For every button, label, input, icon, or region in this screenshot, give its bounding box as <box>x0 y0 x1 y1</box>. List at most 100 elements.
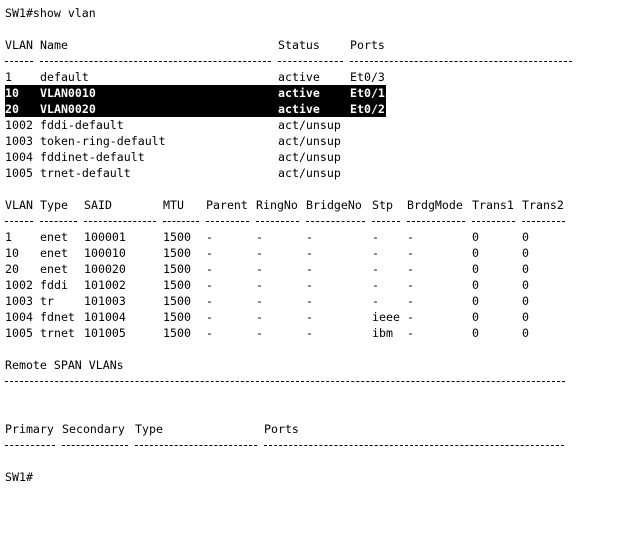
type-bridgeno-cell: - <box>306 246 313 260</box>
type-trans2-cell: 0 <box>522 278 529 292</box>
vlan-status-cell: active <box>278 102 320 116</box>
header-mtu: MTU <box>163 198 184 212</box>
type-vlan-cell: 20 <box>5 262 19 276</box>
type-table-header: VLAN Type SAID MTU Parent RingNo BridgeN… <box>5 197 564 213</box>
type-trans2-cell: 0 <box>522 262 529 276</box>
type-trans1-cell: 0 <box>472 246 479 260</box>
header-trans1: Trans1 <box>472 198 514 212</box>
type-type-cell: enet <box>40 262 68 276</box>
header-bridgeno: BridgeNo <box>306 198 362 212</box>
type-ringno-cell: - <box>256 230 263 244</box>
final-prompt-line[interactable]: SW1# <box>5 469 33 485</box>
vlan-name-cell: token-ring-default <box>40 134 166 148</box>
type-parent-cell: - <box>206 326 213 340</box>
type-brdgmode-cell: - <box>407 230 414 244</box>
vlan-vlan-cell: 1005 <box>5 166 33 180</box>
type-stp-cell: - <box>372 246 379 260</box>
final-prompt: SW1# <box>5 470 33 484</box>
header-said: SAID <box>84 198 112 212</box>
type-table-separator <box>5 213 617 229</box>
type-mtu-cell: 1500 <box>163 230 191 244</box>
vlan-vlan-cell: 1 <box>5 70 12 84</box>
header-vlan: VLAN <box>5 38 33 52</box>
type-bridgeno-cell: - <box>306 310 313 324</box>
type-vlan-cell: 1002 <box>5 278 33 292</box>
type-ringno-cell: - <box>256 326 263 340</box>
header-parent: Parent <box>206 198 248 212</box>
type-brdgmode-cell: - <box>407 246 414 260</box>
type-trans1-cell: 0 <box>472 262 479 276</box>
remote-span-title: Remote SPAN VLANs <box>5 358 124 372</box>
vlan-name-cell: VLAN0020 <box>40 102 96 116</box>
type-mtu-cell: 1500 <box>163 326 191 340</box>
type-trans1-cell: 0 <box>472 310 479 324</box>
type-brdgmode-cell: - <box>407 310 414 324</box>
type-mtu-cell: 1500 <box>163 246 191 260</box>
type-stp-cell: - <box>372 230 379 244</box>
private-vlan-header: Primary Secondary Type Ports <box>5 421 299 437</box>
type-parent-cell: - <box>206 310 213 324</box>
type-type-cell: enet <box>40 230 68 244</box>
terminal-window[interactable]: SW1#show vlan VLAN Name Status Ports 1 de… <box>5 3 617 485</box>
type-brdgmode-cell: - <box>407 262 414 276</box>
header-type: Type <box>40 198 68 212</box>
type-mtu-cell: 1500 <box>163 262 191 276</box>
type-type-cell: fddi <box>40 278 68 292</box>
type-stp-cell: - <box>372 278 379 292</box>
vlan-ports-cell: Et0/3 <box>350 70 385 84</box>
header-ports: Ports <box>350 38 385 52</box>
type-trans1-cell: 0 <box>472 278 479 292</box>
type-ringno-cell: - <box>256 278 263 292</box>
type-bridgeno-cell: - <box>306 230 313 244</box>
vlan-table-separator <box>5 53 617 69</box>
type-mtu-cell: 1500 <box>163 310 191 324</box>
type-bridgeno-cell: - <box>306 278 313 292</box>
vlan-status-cell: act/unsup <box>278 166 341 180</box>
vlan-name-cell: VLAN0010 <box>40 86 96 100</box>
type-parent-cell: - <box>206 294 213 308</box>
type-parent-cell: - <box>206 262 213 276</box>
type-stp-cell: - <box>372 294 379 308</box>
vlan-table-header: VLAN Name Status Ports <box>5 37 385 53</box>
type-said-cell: 101004 <box>84 310 126 324</box>
vlan-vlan-cell: 10 <box>5 86 19 100</box>
type-bridgeno-cell: - <box>306 262 313 276</box>
type-said-cell: 101003 <box>84 294 126 308</box>
command-line: SW1#show vlan <box>5 5 96 21</box>
vlan-status-cell: act/unsup <box>278 150 341 164</box>
type-vlan-cell: 10 <box>5 246 19 260</box>
type-stp-cell: ieee <box>372 310 400 324</box>
vlan-vlan-cell: 1003 <box>5 134 33 148</box>
vlan-name-cell: trnet-default <box>40 166 131 180</box>
type-trans1-cell: 0 <box>472 326 479 340</box>
type-stp-cell: ibm <box>372 326 393 340</box>
command-text: SW1#show vlan <box>5 6 96 20</box>
type-ringno-cell: - <box>256 294 263 308</box>
type-trans1-cell: 0 <box>472 294 479 308</box>
type-trans2-cell: 0 <box>522 310 529 324</box>
type-bridgeno-cell: - <box>306 294 313 308</box>
type-brdgmode-cell: - <box>407 294 414 308</box>
type-said-cell: 100010 <box>84 246 126 260</box>
type-parent-cell: - <box>206 230 213 244</box>
type-ringno-cell: - <box>256 246 263 260</box>
vlan-name-cell: fddinet-default <box>40 150 145 164</box>
type-brdgmode-cell: - <box>407 278 414 292</box>
type-ringno-cell: - <box>256 262 263 276</box>
vlan-name-cell: default <box>40 70 89 84</box>
type-mtu-cell: 1500 <box>163 294 191 308</box>
type-parent-cell: - <box>206 278 213 292</box>
header-primary: Primary <box>5 422 54 436</box>
vlan-vlan-cell: 1004 <box>5 150 33 164</box>
vlan-status-cell: act/unsup <box>278 118 341 132</box>
vlan-ports-cell: Et0/2 <box>350 102 385 116</box>
type-said-cell: 100020 <box>84 262 126 276</box>
type-type-cell: trnet <box>40 326 75 340</box>
header-type: Type <box>135 422 163 436</box>
header-vlan: VLAN <box>5 198 33 212</box>
header-secondary: Secondary <box>62 422 125 436</box>
vlan-status-cell: active <box>278 86 320 100</box>
type-vlan-cell: 1005 <box>5 326 33 340</box>
type-stp-cell: - <box>372 262 379 276</box>
header-trans2: Trans2 <box>522 198 564 212</box>
